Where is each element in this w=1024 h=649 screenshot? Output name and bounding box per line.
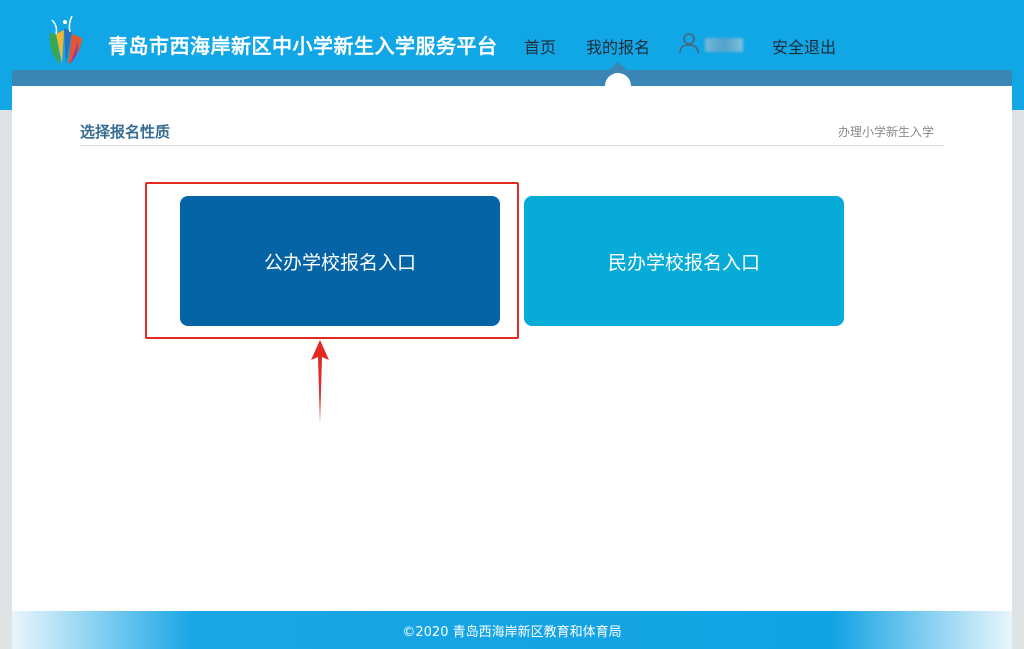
section-hint: 办理小学新生入学: [837, 125, 934, 139]
platform-logo-icon: [49, 15, 82, 64]
footer: ©2020 青岛西海岸新区教育和体育局: [12, 611, 1012, 649]
private-school-entry-button[interactable]: 民办学校报名入口: [524, 196, 844, 326]
section-divider: [80, 145, 944, 146]
nav-home-link[interactable]: 首页: [524, 34, 556, 58]
footer-copyright: ©2020 青岛西海岸新区教育和体育局: [402, 624, 622, 640]
logout-link[interactable]: 安全退出: [772, 34, 836, 58]
user-name-blurred: [705, 38, 743, 52]
site-title: 青岛市西海岸新区中小学新生入学服务平台: [108, 34, 498, 58]
private-school-entry-label: 民办学校报名入口: [607, 251, 760, 274]
user-icon: [679, 33, 699, 54]
nav-my-registration-link[interactable]: 我的报名: [586, 34, 650, 58]
main-panel: 选择报名性质 办理小学新生入学 公办学校报名入口 民办学校报名入口: [12, 86, 1012, 611]
annotation-highlight-box: [145, 182, 519, 339]
section-title: 选择报名性质: [80, 123, 171, 141]
header-strip: [12, 70, 1012, 86]
annotation-arrow-icon: [311, 340, 329, 424]
